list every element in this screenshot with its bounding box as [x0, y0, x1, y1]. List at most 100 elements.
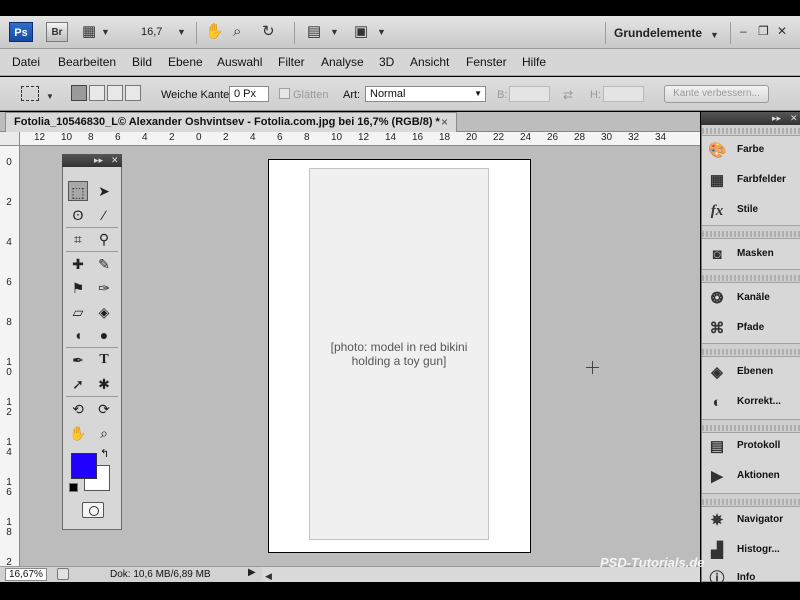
status-info-icon[interactable]	[57, 568, 69, 580]
panel-farbfelder[interactable]: ▦ Farbfelder	[708, 170, 798, 192]
default-colors-icon[interactable]	[69, 483, 78, 492]
paint-bucket-icon[interactable]: ◈	[94, 302, 114, 322]
panel-masken[interactable]: ◙ Masken	[708, 244, 798, 266]
3d-rotate-icon[interactable]: ⟲	[68, 399, 88, 419]
history-brush-icon[interactable]: ✑	[94, 278, 114, 298]
hand-tool-icon[interactable]: ✋	[68, 423, 88, 443]
swap-dimensions-icon[interactable]: ⇄	[563, 86, 573, 104]
document-canvas[interactable]: [photo: model in red bikini holding a to…	[268, 159, 531, 553]
workspace-dropdown-icon[interactable]: ▼	[710, 26, 719, 44]
chevron-down-icon[interactable]: ▼	[101, 23, 110, 41]
magic-wand-icon[interactable]: ⁄	[94, 205, 114, 225]
screen-mode-dropdown-icon[interactable]: ▼	[377, 23, 386, 41]
height-input[interactable]	[603, 86, 644, 102]
menu-fenster[interactable]: Fenster	[466, 55, 507, 69]
add-selection-button[interactable]	[89, 85, 105, 101]
collapse-icon[interactable]: ▸▸	[772, 113, 781, 124]
screen-mode-icon[interactable]: ▣	[354, 23, 368, 41]
menu-filter[interactable]: Filter	[278, 55, 305, 69]
document-tab[interactable]: Fotolia_10546830_L© Alexander Oshvintsev…	[5, 112, 457, 132]
clone-stamp-icon[interactable]: ⚑	[68, 278, 88, 298]
quick-mask-button[interactable]	[82, 502, 104, 518]
refine-edge-button[interactable]: Kante verbessern...	[664, 85, 769, 103]
feather-input[interactable]: 0 Px	[229, 86, 269, 102]
rotate-view-icon[interactable]: ↻	[262, 23, 275, 41]
panel-farbe[interactable]: 🎨 Farbe	[708, 140, 798, 162]
zoom-icon[interactable]: ⌕	[233, 23, 241, 41]
healing-brush-icon[interactable]: ✚	[68, 254, 88, 274]
menu-ansicht[interactable]: Ansicht	[410, 55, 449, 69]
menu-bearbeiten[interactable]: Bearbeiten	[58, 55, 116, 69]
ruler-origin[interactable]	[0, 132, 20, 146]
zoom-tool-icon[interactable]: ⌕	[94, 423, 114, 443]
menu-datei[interactable]: Datei	[12, 55, 40, 69]
ruler-tick-label: 0	[196, 132, 202, 143]
tool-preset-picker[interactable]	[21, 86, 39, 101]
film-strip-icon[interactable]: ▦	[82, 23, 96, 41]
close-icon[interactable]: ✕	[790, 113, 798, 124]
foreground-color-swatch[interactable]	[71, 453, 97, 479]
bridge-button[interactable]: Br	[46, 22, 68, 42]
panel-pfade[interactable]: ⌘ Pfade	[708, 318, 798, 340]
menu-ebene[interactable]: Ebene	[168, 55, 203, 69]
horizontal-ruler[interactable]: 12 10 8 6 4 2 0 2 4 6 8 10 12 14 16 18 20 22 24 26 28 30 32 34	[20, 132, 700, 146]
panel-korrekturen[interactable]: ◐ Korrekt...	[708, 392, 798, 414]
style-select[interactable]: Normal ▼	[365, 86, 486, 102]
panel-group-grip[interactable]	[702, 425, 800, 431]
pen-tool-icon[interactable]: ✒	[68, 350, 88, 370]
collapse-icon[interactable]: ▸▸	[94, 155, 103, 166]
workspace-switcher[interactable]: Grundelemente	[614, 26, 702, 40]
panel-group-grip[interactable]	[702, 128, 800, 134]
close-icon[interactable]: ✕	[111, 155, 119, 166]
close-icon[interactable]: ✕	[777, 24, 787, 38]
zoom-level-display[interactable]: 16,7	[141, 26, 162, 38]
minimize-icon[interactable]: –	[740, 24, 747, 38]
path-selection-icon[interactable]: ➚	[68, 374, 88, 394]
antialias-checkbox[interactable]	[279, 88, 290, 99]
3d-orbit-icon[interactable]: ⟳	[94, 399, 114, 419]
panel-group-grip[interactable]	[702, 499, 800, 505]
panel-group-grip[interactable]	[702, 349, 800, 355]
vertical-ruler[interactable]: 0 2 4 6 8 10 12 14 16 18 20	[0, 146, 20, 566]
close-tab-icon[interactable]: ×	[441, 115, 448, 129]
menu-bild[interactable]: Bild	[132, 55, 152, 69]
arrange-documents-icon[interactable]: ▤	[307, 23, 321, 41]
lasso-tool-icon[interactable]: ʘ	[68, 205, 88, 225]
move-tool-icon[interactable]: ➤	[94, 181, 114, 201]
arrange-dropdown-icon[interactable]: ▼	[330, 23, 339, 41]
zoom-dropdown-icon[interactable]: ▼	[177, 23, 186, 41]
blur-tool-icon[interactable]: ◖	[68, 325, 88, 345]
dodge-tool-icon[interactable]: ●	[94, 325, 114, 345]
panel-stile[interactable]: fx Stile	[708, 200, 798, 222]
hand-icon[interactable]: ✋	[205, 23, 224, 41]
eyedropper-icon[interactable]: ⚲	[94, 229, 114, 249]
panel-ebenen[interactable]: ◈ Ebenen	[708, 362, 798, 384]
panel-protokoll[interactable]: ▤ Protokoll	[708, 436, 798, 458]
custom-shape-icon[interactable]: ✱	[94, 374, 114, 394]
panel-aktionen[interactable]: ▶ Aktionen	[708, 466, 798, 488]
new-selection-button[interactable]	[71, 85, 87, 101]
panel-kanaele[interactable]: ❂ Kanäle	[708, 288, 798, 310]
status-menu-arrow[interactable]: ▶	[248, 567, 256, 578]
eraser-tool-icon[interactable]: ▱	[68, 302, 88, 322]
crop-tool-icon[interactable]: ⌗	[68, 229, 88, 249]
menu-3d[interactable]: 3D	[379, 55, 394, 69]
restore-icon[interactable]: ❐	[758, 24, 769, 38]
intersect-selection-button[interactable]	[125, 85, 141, 101]
panel-navigator[interactable]: ✵ Navigator	[708, 510, 798, 532]
marquee-tool-icon[interactable]: ⬚	[68, 181, 88, 201]
panel-group-grip[interactable]	[702, 275, 800, 281]
brush-tool-icon[interactable]: ✎	[94, 254, 114, 274]
menu-auswahl[interactable]: Auswahl	[217, 55, 262, 69]
panel-group-grip[interactable]	[702, 231, 800, 237]
menu-analyse[interactable]: Analyse	[321, 55, 364, 69]
subtract-selection-button[interactable]	[107, 85, 123, 101]
panel-dock-header[interactable]	[701, 112, 800, 125]
width-input[interactable]	[509, 86, 550, 102]
panel-histogramm[interactable]: ▟ Histogr...	[708, 540, 798, 562]
type-tool-icon[interactable]: T	[94, 350, 114, 370]
zoom-field[interactable]: 16,67%	[5, 568, 47, 581]
chevron-down-icon[interactable]: ▼	[46, 88, 54, 106]
swap-colors-icon[interactable]: ↰	[100, 447, 109, 460]
menu-hilfe[interactable]: Hilfe	[522, 55, 546, 69]
